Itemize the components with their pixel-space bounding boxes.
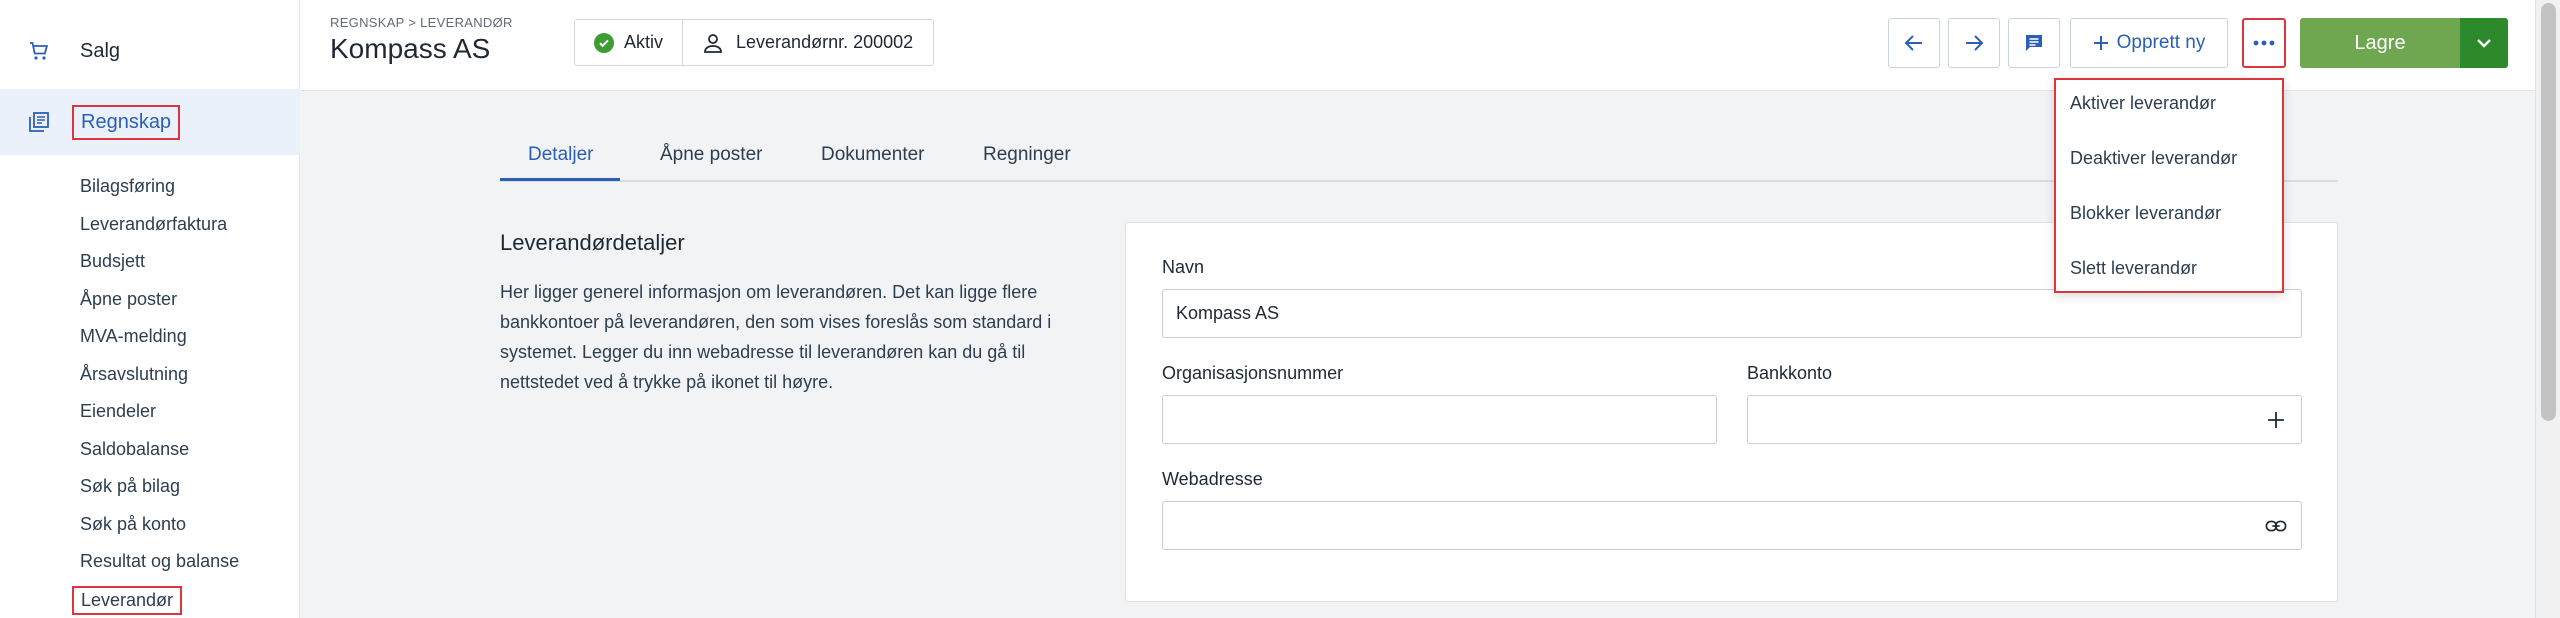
sidebar-subitem-eiendeler[interactable]: Eiendeler <box>80 401 156 422</box>
sidebar-subitem-budsjett[interactable]: Budsjett <box>80 251 145 272</box>
more-options-button[interactable] <box>2242 18 2286 68</box>
comments-button[interactable] <box>2008 18 2060 68</box>
active-tab-indicator <box>500 178 620 181</box>
sidebar-subitem-bilagsforing[interactable]: Bilagsføring <box>80 176 175 197</box>
supplier-number: Leverandørnr. 200002 <box>682 20 932 65</box>
sidebar-subitem-apne-poster[interactable]: Åpne poster <box>80 289 177 310</box>
status-text: Aktiv <box>624 32 664 52</box>
section-description: Her ligger generel informasjon om levera… <box>500 282 1052 392</box>
sidebar-item-regnskap[interactable]: Regnskap <box>0 89 300 155</box>
shopping-cart-icon <box>26 38 52 64</box>
sidebar-subitem-sok-pa-bilag[interactable]: Søk på bilag <box>80 476 180 497</box>
sidebar-subitem-sok-pa-konto[interactable]: Søk på konto <box>80 514 186 535</box>
org-number-field[interactable] <box>1162 395 1717 444</box>
link-icon[interactable] <box>2265 515 2287 537</box>
menu-item-block[interactable]: Blokker leverandør <box>2070 203 2221 224</box>
tab-detaljer[interactable]: Detaljer <box>528 144 593 166</box>
save-button[interactable]: Lagre <box>2300 18 2460 68</box>
name-label: Navn <box>1162 257 1205 277</box>
arrow-left-icon <box>1903 32 1925 54</box>
sidebar-item-salg[interactable]: Salg <box>0 18 300 84</box>
sidebar: Salg Regnskap Bilagsføring Leverandørfak… <box>0 0 300 618</box>
sidebar-subitem-mva-melding[interactable]: MVA-melding <box>80 326 187 347</box>
menu-item-delete[interactable]: Slett leverandør <box>2070 258 2197 279</box>
menu-item-activate[interactable]: Aktiver leverandør <box>2070 93 2216 114</box>
section-title: Leverandørdetaljer <box>500 230 685 255</box>
name-field[interactable]: Kompass AS <box>1162 289 2302 338</box>
create-new-label: Opprett ny <box>2116 32 2206 53</box>
sidebar-subitem-arsavslutning[interactable]: Årsavslutning <box>80 364 188 385</box>
comment-icon <box>2023 32 2045 54</box>
tab-regninger[interactable]: Regninger <box>983 144 1071 166</box>
bank-account-field[interactable] <box>1747 395 2302 444</box>
sidebar-subitem-resultat-og-balanse[interactable]: Resultat og balanse <box>80 551 239 572</box>
add-bank-account-icon[interactable] <box>2265 409 2287 431</box>
web-address-label: Webadresse <box>1162 469 1263 489</box>
sidebar-subitem-saldobalanse[interactable]: Saldobalanse <box>80 439 189 460</box>
chevron-down-icon <box>2476 38 2492 48</box>
next-button[interactable] <box>1948 18 2000 68</box>
sidebar-subitem-leverandorfaktura[interactable]: Leverandørfaktura <box>80 214 227 235</box>
vertical-scrollbar[interactable] <box>2535 0 2560 618</box>
sidebar-item-label: Salg <box>80 39 121 62</box>
breadcrumb[interactable]: REGNSKAP > LEVERANDØR <box>330 15 513 30</box>
tab-dokumenter[interactable]: Dokumenter <box>821 144 925 166</box>
org-number-label: Organisasjonsnummer <box>1162 363 1344 383</box>
ledger-icon <box>26 109 52 135</box>
check-circle-icon <box>594 32 614 53</box>
web-address-field[interactable] <box>1162 501 2302 550</box>
bank-account-label: Bankkonto <box>1747 363 1833 383</box>
more-options-menu: Aktiver leverandør Deaktiver leverandør … <box>2054 78 2284 293</box>
plus-icon <box>2093 35 2109 51</box>
scrollbar-thumb[interactable] <box>2541 3 2556 421</box>
supplier-number-text: Leverandørnr. 200002 <box>736 32 914 52</box>
page-title: Kompass AS <box>330 33 491 64</box>
arrow-right-icon <box>1963 32 1985 54</box>
save-options-button[interactable] <box>2460 18 2508 68</box>
more-dots-icon <box>2253 40 2275 46</box>
status-badge: Aktiv <box>575 20 682 65</box>
sidebar-subitem-leverandor[interactable]: Leverandør <box>72 586 183 615</box>
status-panel: Aktiv Leverandørnr. 200002 <box>574 19 934 66</box>
app-window: Salg Regnskap Bilagsføring Leverandørfak… <box>0 0 2560 618</box>
tab-apne-poster[interactable]: Åpne poster <box>660 144 762 166</box>
person-icon <box>702 32 724 54</box>
menu-item-deactivate[interactable]: Deaktiver leverandør <box>2070 148 2237 169</box>
previous-button[interactable] <box>1888 18 1940 68</box>
sidebar-item-label: Regnskap <box>72 104 181 140</box>
create-new-button[interactable]: Opprett ny <box>2070 18 2228 68</box>
